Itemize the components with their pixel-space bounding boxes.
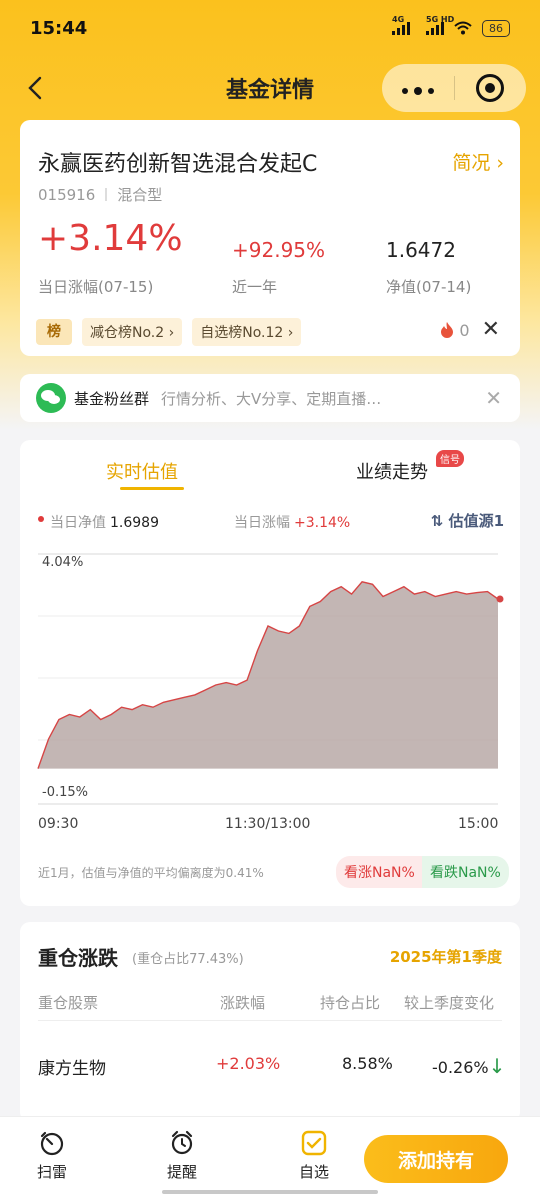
- estimate-chart-card: 实时估值 业绩走势 信号 当日净值 1.6989 当日涨幅 +3.14% ⇅ 估值源…: [20, 440, 520, 906]
- bottom-action-bar: 扫雷 提醒 自选 添加持有: [0, 1116, 540, 1200]
- miniapp-capsule: [382, 64, 526, 112]
- fund-name: 永赢医药创新智选混合发起C: [38, 152, 318, 177]
- nav-label: 净值(07-14): [386, 278, 472, 296]
- home-indicator: [162, 1190, 378, 1194]
- time-label-close: 15:00: [458, 816, 499, 832]
- year-change-label: 近一年: [232, 278, 278, 296]
- daily-change-label: 当日涨幅(07-15): [38, 278, 154, 296]
- reminder-tab[interactable]: 提醒: [152, 1129, 212, 1182]
- fans-group-desc: 行情分析、大V分享、定期直播…: [161, 389, 382, 408]
- chevron-right-icon: ›: [496, 152, 504, 174]
- status-bar: 15:44 4G 5G HD 86: [0, 0, 540, 56]
- holdings-title: 重仓涨跌: [38, 946, 118, 970]
- holdings-card: 重仓涨跌 (重仓占比77.43%) 2025年第1季度 重仓股票 涨跌幅 持仓占…: [20, 922, 520, 1122]
- header-delta: 较上季度变化: [404, 994, 495, 1012]
- status-time: 15:44: [30, 17, 88, 39]
- nav-value: 1.6472: [386, 238, 456, 262]
- time-label-open: 09:30: [38, 816, 79, 832]
- arrow-down-icon: ↓: [488, 1054, 506, 1078]
- stopwatch-icon: [40, 1131, 64, 1156]
- signal-badge: 信号: [436, 450, 464, 467]
- brief-label: 简况: [452, 152, 491, 174]
- more-menu-button[interactable]: [382, 78, 454, 98]
- stock-delta: -0.26%↓: [432, 1054, 506, 1078]
- change-today-label: 当日涨幅: [234, 515, 290, 531]
- back-button[interactable]: [22, 74, 50, 102]
- time-label-midday: 11:30/13:00: [225, 816, 311, 832]
- hot-row: 0 ✕: [440, 319, 500, 341]
- brief-link[interactable]: 简况 ›: [452, 148, 504, 175]
- stock-weight: 8.58%: [342, 1054, 393, 1073]
- fans-group-title: 基金粉丝群: [74, 389, 150, 408]
- y-label-max: 4.04%: [42, 555, 83, 570]
- daily-change-value: +3.14%: [38, 218, 183, 259]
- ranking-icon: 榜: [36, 319, 72, 345]
- rank-tag-reduce[interactable]: 减仓榜No.2 ›: [82, 318, 183, 346]
- signal-4g-icon: 4G: [392, 15, 410, 35]
- nav-bar: 基金详情: [0, 62, 540, 114]
- estimate-area: [38, 581, 498, 769]
- vote-down-button[interactable]: 看跌NaN%: [422, 856, 509, 888]
- fund-code: 015916: [38, 185, 96, 204]
- watchlist-tab[interactable]: 自选: [284, 1129, 344, 1182]
- year-change-value: +92.95%: [232, 238, 326, 262]
- header-stock: 重仓股票: [38, 994, 99, 1012]
- fire-icon: [441, 321, 454, 338]
- header-weight: 持仓占比: [320, 994, 381, 1012]
- holdings-quarter[interactable]: 2025年第1季度: [390, 946, 502, 967]
- rank-tag-watchlist[interactable]: 自选榜No.12 ›: [192, 318, 302, 346]
- last-point-dot: [496, 595, 504, 603]
- fund-meta: 015916 混合型: [38, 184, 162, 205]
- intraday-chart: 4.04% -0.15%: [37, 553, 504, 805]
- nav-today-value: 1.6989: [110, 515, 159, 531]
- fund-summary-card: 永赢医药创新智选混合发起C 简况 › 015916 混合型 +3.14% 当日涨…: [20, 120, 520, 356]
- holdings-ratio: (重仓占比77.43%): [132, 952, 244, 967]
- checkbox-icon: [301, 1130, 327, 1156]
- add-holding-button[interactable]: 添加持有: [364, 1135, 508, 1183]
- stock-change: +2.03%: [216, 1054, 281, 1073]
- rank-badges: 榜 减仓榜No.2 › 自选榜No.12 ›: [36, 318, 302, 346]
- swap-icon: ⇅: [430, 512, 444, 530]
- page-title: 基金详情: [225, 78, 314, 103]
- alarm-clock-icon: [171, 1130, 193, 1155]
- chevron-left-icon: [28, 76, 42, 100]
- meta-divider: [105, 188, 108, 201]
- header-change: 涨跌幅: [220, 994, 266, 1012]
- close-miniapp-button[interactable]: [455, 74, 527, 102]
- close-icon[interactable]: ✕: [485, 386, 502, 410]
- y-label-min: -0.15%: [42, 785, 88, 800]
- minesweep-tab[interactable]: 扫雷: [22, 1129, 82, 1182]
- vote-up-button[interactable]: 看涨NaN%: [336, 856, 423, 888]
- fund-type: 混合型: [117, 186, 163, 204]
- status-icons: 4G 5G HD 86: [392, 15, 510, 37]
- tab-live-estimate[interactable]: 实时估值: [106, 458, 178, 484]
- more-dots-icon: [401, 87, 434, 95]
- tab-performance[interactable]: 业绩走势: [356, 458, 428, 484]
- deviation-note: 近1月，估值与净值的平均偏离度为0.41%: [38, 866, 264, 880]
- legend-dot: [38, 516, 44, 522]
- tab-active-indicator: [120, 487, 184, 490]
- target-icon: [476, 74, 505, 102]
- fans-group-banner[interactable]: 基金粉丝群 行情分析、大V分享、定期直播… ✕: [20, 374, 520, 422]
- table-divider: [38, 1020, 502, 1021]
- signal-5g-icon: 5G HD: [426, 15, 454, 35]
- wechat-icon: [36, 383, 66, 413]
- nav-today-label: 当日净值: [50, 515, 106, 531]
- estimate-source-switch[interactable]: ⇅ 估值源1: [431, 510, 504, 531]
- stock-name: 康方生物: [38, 1059, 106, 1079]
- close-icon[interactable]: ✕: [482, 319, 500, 341]
- battery-icon: 86: [482, 19, 510, 37]
- change-today-value: +3.14%: [294, 515, 351, 531]
- hot-counter[interactable]: 0: [440, 321, 470, 340]
